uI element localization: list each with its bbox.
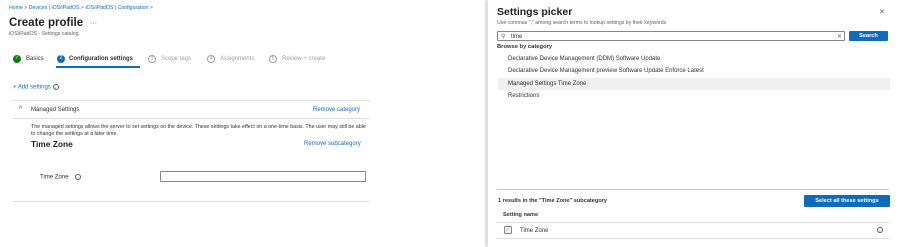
create-profile-page: Home > Devices | iOS/iPadOS > iOS/iPadOS… xyxy=(0,0,485,247)
settings-search-box[interactable]: ⚲ time ✕ xyxy=(497,31,845,41)
chevron-right-icon: > xyxy=(149,5,153,11)
breadcrumb-ios-configuration[interactable]: iOS/iPadOS | Configuration xyxy=(85,5,148,11)
remove-category-link[interactable]: Remove category xyxy=(313,107,360,113)
step-label: Assignments xyxy=(220,56,255,62)
picker-hint: Use commas "," among search terms to loo… xyxy=(497,20,667,26)
step-number: 4 xyxy=(207,55,215,63)
step-configuration-settings[interactable]: 2 Configuration settings xyxy=(56,54,140,68)
step-assignments[interactable]: 4 Assignments xyxy=(207,54,263,68)
info-icon: i xyxy=(52,84,59,90)
breadcrumb-devices-ios[interactable]: Devices | iOS/iPadOS xyxy=(29,5,80,11)
field-label-text: Time Zone xyxy=(40,174,69,181)
close-icon[interactable]: ✕ xyxy=(879,8,885,16)
chevron-up-icon[interactable]: ^ xyxy=(19,106,22,113)
setting-name: Time Zone xyxy=(520,228,549,234)
results-divider xyxy=(497,189,889,190)
step-number: 3 xyxy=(148,55,156,63)
category-item-managed-settings-time-zone[interactable]: Managed Settings Time Zone xyxy=(498,78,890,90)
step-label: Basics xyxy=(26,56,44,62)
step-basics[interactable]: ✓ Basics xyxy=(13,54,53,68)
remove-subcategory-link[interactable]: Remove subcategory xyxy=(304,141,361,147)
category-item-restrictions[interactable]: Restrictions xyxy=(498,90,890,102)
browse-by-category-label: Browse by category xyxy=(497,44,553,50)
step-review-create[interactable]: 5 Review + create xyxy=(269,54,335,68)
step-number: 5 xyxy=(269,55,277,63)
check-icon: ✓ xyxy=(13,55,21,63)
section-description: The managed settings allows the server t… xyxy=(31,124,366,137)
table-header-divider xyxy=(497,222,889,223)
step-number: 2 xyxy=(57,55,65,63)
breadcrumb: Home > Devices | iOS/iPadOS > iOS/iPadOS… xyxy=(9,5,153,11)
column-header-setting-name: Setting name xyxy=(503,212,539,218)
time-zone-field-label: Time Zone i xyxy=(40,174,82,181)
step-label: Configuration settings xyxy=(69,56,133,62)
search-button[interactable]: Search xyxy=(849,31,888,41)
clear-search-icon[interactable]: ✕ xyxy=(837,33,842,40)
settings-picker-panel: Settings picker ✕ Use commas "," among s… xyxy=(488,0,900,247)
search-input[interactable]: time xyxy=(511,34,522,40)
section-top-divider xyxy=(13,100,370,101)
section-header-divider xyxy=(13,118,370,119)
subcategory-title: Time Zone xyxy=(31,139,73,149)
breadcrumb-home[interactable]: Home xyxy=(9,5,23,11)
add-settings-link[interactable]: + Add settings i xyxy=(13,84,59,91)
info-icon: i xyxy=(75,174,82,180)
select-all-settings-button[interactable]: Select all these settings xyxy=(804,195,890,207)
table-row-divider xyxy=(497,238,889,239)
search-icon: ⚲ xyxy=(501,34,506,40)
setting-checkbox[interactable]: ✓ xyxy=(504,226,512,234)
step-scope-tags[interactable]: 3 Scope tags xyxy=(148,54,198,68)
page-subtitle: iOS/iPadOS - Settings catalog xyxy=(9,31,79,37)
step-label: Review + create xyxy=(282,56,326,62)
page-title: Create profile xyxy=(9,17,84,29)
active-step-underline xyxy=(56,66,140,68)
wizard-steps: ✓ Basics 2 Configuration settings 3 Scop… xyxy=(0,54,485,70)
section-title: Managed Settings xyxy=(31,107,80,113)
more-options-button[interactable]: ··· xyxy=(90,20,97,27)
step-label: Scope tags xyxy=(161,56,192,62)
time-zone-input[interactable] xyxy=(160,171,366,182)
table-row[interactable]: ✓ Time Zone i xyxy=(497,224,889,237)
category-item-ddm-preview-enforce-latest[interactable]: Declarative Device Management preview So… xyxy=(498,65,890,77)
info-icon[interactable]: i xyxy=(877,227,883,233)
section-bottom-divider xyxy=(13,201,370,202)
picker-title: Settings picker xyxy=(497,6,573,18)
category-item-ddm-software-update[interactable]: Declarative Device Management (DDM) Soft… xyxy=(498,53,890,65)
results-count: 1 results in the "Time Zone" subcategory xyxy=(498,198,608,204)
add-settings-label: + Add settings xyxy=(13,84,51,91)
